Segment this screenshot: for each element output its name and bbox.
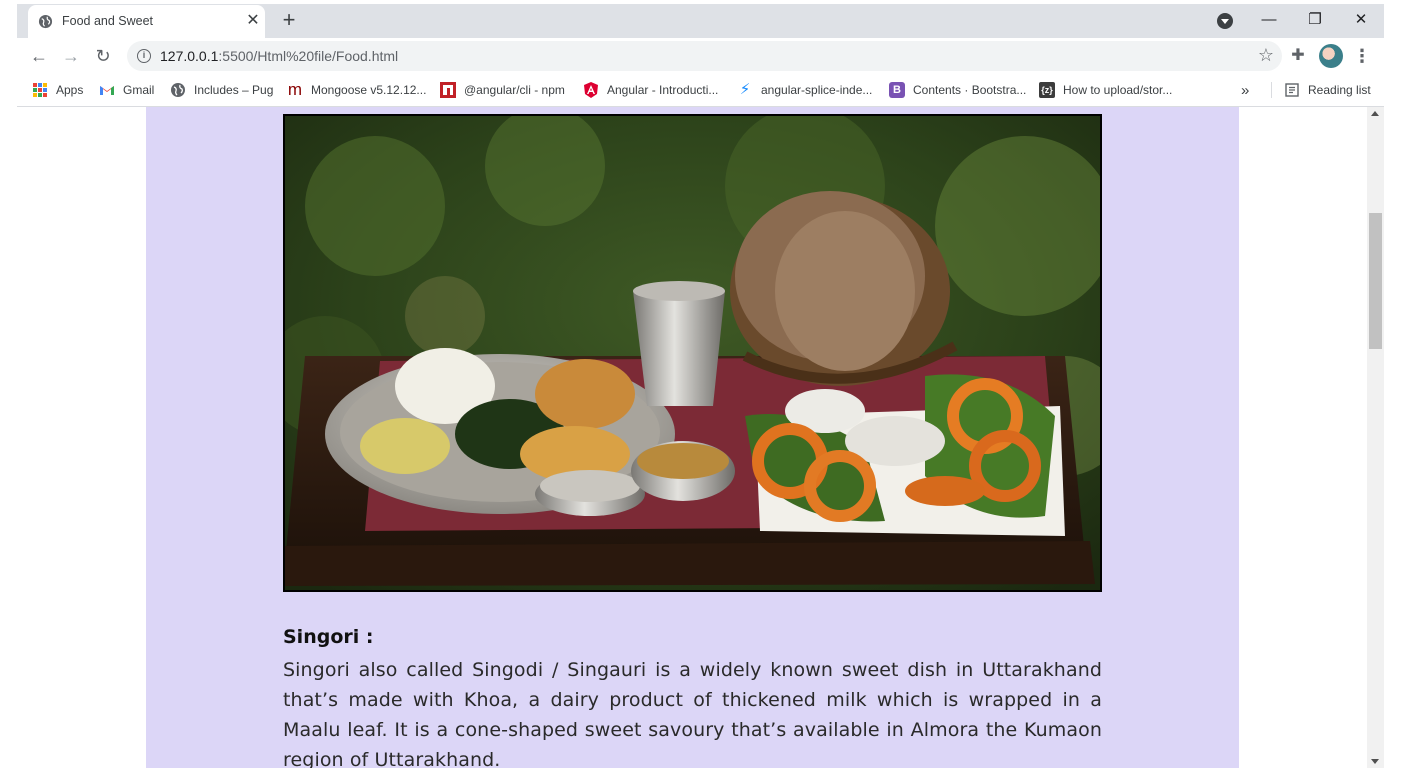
tab-strip: Food and Sweet ✕ + — ❐ ✕ <box>17 4 1384 38</box>
profile-avatar[interactable] <box>1319 44 1343 68</box>
bookmark-mongoose[interactable]: m Mongoose v5.12.12... <box>287 80 427 99</box>
dish-description: Singori also called Singodi / Singauri i… <box>283 659 1102 768</box>
browser-menu-icon[interactable]: ⋮ <box>1352 44 1372 68</box>
reading-list-button[interactable]: Reading list <box>1284 81 1371 99</box>
navigation-toolbar: ← → ↻ i 127.0.0.1:5500/Html%20file/Food.… <box>17 38 1384 74</box>
bookmarks-bar: Apps Gmail Includes – Pug m Mongoose v5.… <box>17 74 1384 106</box>
food-thali-image <box>283 114 1102 592</box>
address-bar[interactable]: i 127.0.0.1:5500/Html%20file/Food.html ☆ <box>127 41 1282 71</box>
bookmark-label: Apps <box>56 83 84 97</box>
code-icon: {z} <box>1039 82 1055 98</box>
globe-icon <box>38 14 53 29</box>
page-viewport: Singori : Singori also called Singodi / … <box>17 107 1367 768</box>
close-window-button[interactable]: ✕ <box>1338 4 1384 38</box>
globe-icon <box>171 83 185 97</box>
bookmark-label: Gmail <box>123 83 155 97</box>
reload-button[interactable]: ↻ <box>91 44 115 68</box>
scrollbar-thumb[interactable] <box>1369 213 1382 349</box>
dish-title: Singori : <box>283 626 374 648</box>
content-panel: Singori : Singori also called Singodi / … <box>146 107 1239 768</box>
angular-icon <box>584 82 598 98</box>
tab-search-icon[interactable] <box>1217 13 1233 29</box>
bookmark-angular-cli-npm[interactable]: @angular/cli - npm <box>440 81 565 99</box>
bookmark-angular-splice[interactable]: ⚡ angular-splice-inde... <box>737 81 873 99</box>
gmail-icon <box>100 86 114 95</box>
extensions-puzzle-icon[interactable]: ✚ <box>1288 45 1308 65</box>
bookmarks-overflow-button[interactable]: » <box>1241 81 1249 99</box>
apps-grid-icon <box>32 82 48 98</box>
back-button[interactable]: ← <box>27 44 51 68</box>
forward-button[interactable]: → <box>59 44 83 68</box>
site-info-icon[interactable]: i <box>137 49 151 63</box>
mongoose-icon: m <box>287 80 303 99</box>
bookmark-angular-intro[interactable]: Angular - Introducti... <box>583 81 718 99</box>
bookmark-label: Angular - Introducti... <box>607 83 719 97</box>
browser-chrome: Food and Sweet ✕ + — ❐ ✕ ← → ↻ i 127.0.0… <box>17 4 1384 106</box>
scroll-up-arrow-icon[interactable] <box>1371 111 1379 116</box>
bookmark-label: @angular/cli - npm <box>464 83 565 97</box>
bookmark-label: Mongoose v5.12.12... <box>311 83 427 97</box>
bookmark-apps[interactable]: Apps <box>32 81 83 99</box>
food-thali-illustration <box>285 116 1100 590</box>
restore-button[interactable]: ❐ <box>1292 4 1338 38</box>
bookmark-label: Contents · Bootstra... <box>913 83 1027 97</box>
bookmark-bootstrap[interactable]: B Contents · Bootstra... <box>889 81 1026 99</box>
bookmark-label: Includes – Pug <box>194 83 274 97</box>
tab-title: Food and Sweet <box>62 14 154 28</box>
reading-list-label: Reading list <box>1308 83 1371 97</box>
url-path: :5500/Html%20file/Food.html <box>218 48 399 64</box>
tab-close-icon[interactable]: ✕ <box>243 11 263 31</box>
url-host: 127.0.0.1 <box>160 48 219 64</box>
npm-icon <box>440 82 456 98</box>
tab-food-and-sweet[interactable]: Food and Sweet ✕ <box>28 5 265 38</box>
url-text[interactable]: 127.0.0.1:5500/Html%20file/Food.html <box>160 48 398 64</box>
bookmarks-divider <box>1271 82 1272 98</box>
bookmark-how-to-upload[interactable]: {z} How to upload/stor... <box>1039 81 1172 99</box>
page-scrollbar[interactable] <box>1367 107 1384 768</box>
scroll-down-arrow-icon[interactable] <box>1371 759 1379 764</box>
bookmark-star-icon[interactable]: ☆ <box>1258 45 1274 66</box>
minimize-button[interactable]: — <box>1246 4 1292 38</box>
bookmark-label: How to upload/stor... <box>1063 83 1173 97</box>
new-tab-button[interactable]: + <box>277 9 301 33</box>
bookmark-gmail[interactable]: Gmail <box>99 81 154 99</box>
bolt-icon: ⚡ <box>739 81 751 98</box>
bookmark-label: angular-splice-inde... <box>761 83 873 97</box>
reading-list-icon <box>1285 83 1299 97</box>
bootstrap-icon: B <box>889 82 905 98</box>
bookmark-includes-pug[interactable]: Includes – Pug <box>170 81 273 99</box>
